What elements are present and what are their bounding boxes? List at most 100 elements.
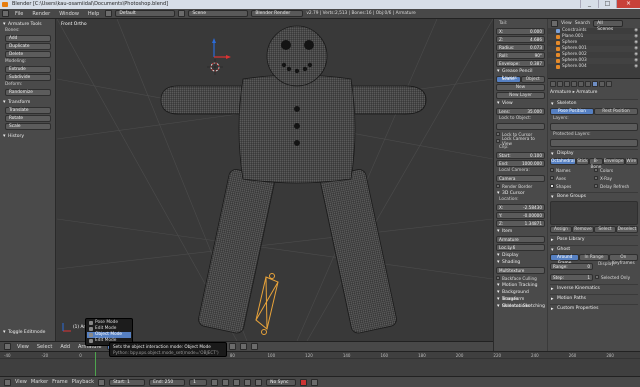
scene-icon[interactable] [178,10,186,17]
properties-tabs[interactable] [550,81,638,87]
outliner-view-menu[interactable]: View [561,21,572,26]
cursor-z-field[interactable]: Z: 1.34871 [496,220,545,227]
menu-window[interactable]: Window [56,11,82,17]
timeline[interactable]: -40-200204060801001201401601802002202402… [0,351,640,377]
colors-checkbox[interactable]: Colors [594,167,638,173]
editor-type-icon[interactable] [4,343,11,350]
rotate-button[interactable]: Rotate [5,115,51,122]
ghost-in-range-button[interactable]: In Range [579,254,609,261]
selected-bone[interactable] [255,273,279,335]
lock-object-field[interactable] [496,123,545,130]
3d-viewport[interactable]: Front Ortho (1) Armature [57,19,493,341]
shading-header[interactable]: Shading [496,259,545,266]
transform-gizmo-icon[interactable] [212,38,231,59]
clip-start-field[interactable]: Start: 0.100 [496,152,545,159]
bone-tab-icon[interactable] [599,81,605,87]
ghost-step-field[interactable]: Step: 1 [550,274,593,281]
keying-set-icon[interactable] [311,378,319,386]
gingerbread-mesh[interactable] [160,25,427,334]
lens-field[interactable]: Lens: 35.000 [496,108,545,115]
xray-checkbox[interactable]: X-Ray [594,175,638,181]
world-tab-icon[interactable] [564,81,570,87]
cursor-y-field[interactable]: Y: -0.00000 [496,212,545,219]
ghost-header[interactable]: Ghost [550,245,638,254]
background-images-header[interactable]: Background Images [496,289,545,302]
camera-field[interactable]: Camera [496,175,545,182]
editor-type-icon[interactable] [2,10,9,17]
outliner-search-menu[interactable]: Search [575,21,590,26]
jump-end-icon[interactable] [255,378,263,386]
ghost-around-frame-button[interactable]: Around Frame [550,254,580,266]
display-header[interactable]: Display [550,149,638,158]
current-frame-line[interactable] [95,352,96,377]
modifiers-tab-icon[interactable] [585,81,591,87]
motion-paths-header[interactable]: Motion Paths [550,294,638,303]
menu-render[interactable]: Render [29,11,53,17]
names-checkbox[interactable]: Names [550,167,594,173]
menu-file[interactable]: File [12,11,26,17]
scene-tab-icon[interactable] [557,81,563,87]
assign-button[interactable]: Assign [550,226,572,233]
cursor-x-field[interactable]: X: -2.58430 [496,204,545,211]
viewport-scene[interactable] [57,19,493,341]
axes-checkbox[interactable]: Axes [550,175,594,181]
scale-button[interactable]: Scale [5,123,51,130]
render-engine-select[interactable]: Blender Render [251,10,304,17]
view-panel-header[interactable]: View [496,100,545,107]
timeline-menu-marker[interactable]: Marker [31,379,48,385]
preview-range-icon[interactable] [98,378,106,386]
custom-properties-header[interactable]: Custom Properties [550,304,638,313]
extrude-button[interactable]: Extrude [5,66,51,73]
history-header[interactable]: History [2,133,53,140]
toggle-editmode-header[interactable]: Toggle Editmode [2,329,54,336]
select-button[interactable]: Select [594,226,616,233]
constraints-tab-icon[interactable] [578,81,584,87]
bone-constraints-tab-icon[interactable] [606,81,612,87]
selected-only-checkbox[interactable]: Selected Only [595,274,638,280]
3d-cursor-header[interactable]: 3D Cursor [496,190,545,197]
scene-select[interactable]: Scene [188,10,249,17]
record-icon[interactable] [300,378,308,386]
transform-orientations-header[interactable]: Transform Orientations [496,296,545,309]
lock-camera-checkbox[interactable]: Lock Camera to View [496,136,545,146]
subdivide-button[interactable]: Subdivide [5,74,51,81]
bone-groups-list[interactable] [550,201,638,225]
frame-end-field[interactable]: End: 250 [149,378,186,386]
armature-data-tab-icon[interactable] [592,81,598,87]
display-header[interactable]: Display [496,252,545,259]
layer-icon[interactable] [229,343,237,350]
next-keyframe-icon[interactable] [244,378,252,386]
translate-button[interactable]: Translate [5,107,51,114]
outliner-row[interactable]: Sphere.004 ◉ [548,64,640,70]
inverse-kinematics-header[interactable]: Inverse Kinematics [550,284,638,293]
editor-type-icon[interactable] [4,378,11,386]
display-bbone-button[interactable]: B-Bone [589,158,603,170]
shapes-checkbox[interactable]: Shapes [550,183,594,189]
deselect-button[interactable]: Deselect [616,226,638,233]
pose-library-header[interactable]: Pose Library [550,235,638,244]
ghost-on-keyframes-button[interactable]: On Keyframes [608,254,638,266]
backface-culling-checkbox[interactable]: Backface Culling [496,275,545,281]
armature-tools-header[interactable]: Armature Tools [2,21,53,28]
clip-end-field[interactable]: End: 1000.000 [496,160,545,167]
current-frame-field[interactable]: 1 [189,378,208,386]
bone-x-field[interactable]: X: 0.000 [496,28,545,35]
timeline-menu-playback[interactable]: Playback [72,379,94,385]
grease-pencil-header[interactable]: Grease Pencil Layers [496,68,545,81]
timeline-ruler[interactable]: -40-200204060801001201401601802002202402… [0,352,640,359]
delay-refresh-checkbox[interactable]: Delay Refresh [594,183,638,189]
snap-icon[interactable] [240,343,248,350]
skeleton-sketching-header[interactable]: Skeleton Sketching [496,303,545,310]
render-preview-icon[interactable] [251,343,259,350]
timeline-menu-view[interactable]: View [15,379,27,385]
timeline-menu-frame[interactable]: Frame [52,379,68,385]
menu-view[interactable]: View [15,344,31,350]
remove-button[interactable]: Remove [572,226,594,233]
display-wire-button[interactable]: Wire [624,158,638,165]
prev-keyframe-icon[interactable] [222,378,230,386]
duplicate-button[interactable]: Duplicate [5,43,51,50]
motion-tracking-header[interactable]: Motion Tracking [496,282,545,289]
sync-mode-select[interactable]: No Sync [266,378,297,386]
grease-new-button[interactable]: New [496,84,545,91]
bone-roll-field[interactable]: Roll: 90° [496,52,545,59]
